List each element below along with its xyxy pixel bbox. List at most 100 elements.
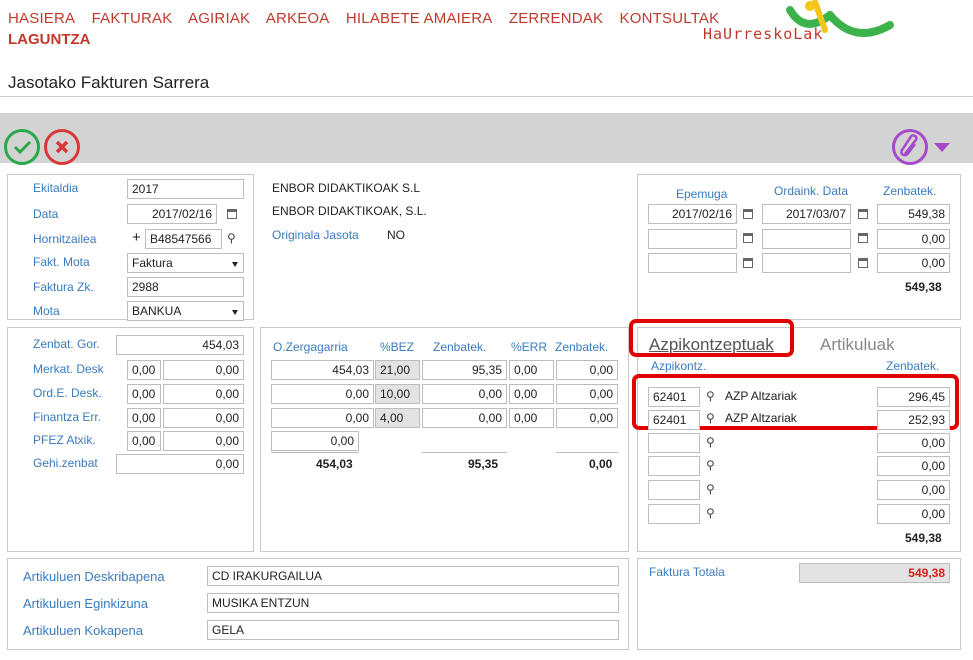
payment-amount-field[interactable]: 0,00 bbox=[877, 229, 950, 249]
azpikontz-code-field[interactable] bbox=[648, 480, 700, 500]
kokapena-label: Artikuluen Kokapena bbox=[23, 623, 143, 638]
epemuga-field[interactable] bbox=[648, 253, 737, 273]
payment-amount-field[interactable]: 0,00 bbox=[877, 253, 950, 273]
azpikontz-code-field[interactable]: 62401 bbox=[648, 387, 700, 407]
faktura-totala-label: Faktura Totala bbox=[649, 565, 725, 579]
azpikontz-code-field[interactable]: 62401 bbox=[648, 410, 700, 430]
azpikontz-code-field[interactable] bbox=[648, 433, 700, 453]
deskribapena-field[interactable]: CD IRAKURGAILUA bbox=[207, 566, 619, 586]
vat-amount-field[interactable]: 0,00 bbox=[422, 408, 507, 428]
search-icon[interactable]: ⚲ bbox=[706, 506, 715, 520]
concept-amount-field[interactable]: 0,00 bbox=[877, 433, 950, 453]
ord-e-desk-pct[interactable]: 0,00 bbox=[127, 384, 161, 404]
gehi-zenbat-label: Gehi.zenbat bbox=[33, 456, 98, 470]
vat-amount-field[interactable]: 0,00 bbox=[422, 384, 507, 404]
fakt-mota-select[interactable]: Faktura bbox=[127, 253, 244, 273]
azpikontz-code-field[interactable] bbox=[648, 456, 700, 476]
data-field[interactable]: 2017/02/16 bbox=[127, 204, 217, 224]
menu-hilabete-amaiera[interactable]: HILABETE AMAIERA bbox=[346, 10, 493, 27]
deskribapena-label: Artikuluen Deskribapena bbox=[23, 569, 165, 584]
vat-err-amount-field[interactable]: 0,00 bbox=[556, 408, 618, 428]
calendar-icon[interactable] bbox=[227, 209, 237, 219]
originala-label: Originala Jasota bbox=[272, 228, 359, 242]
vat-total-base: 454,03 bbox=[316, 457, 353, 471]
calendar-icon[interactable] bbox=[858, 258, 868, 268]
supplier-name: ENBOR DIDAKTIKOAK S.L bbox=[272, 181, 421, 195]
originala-value: NO bbox=[387, 228, 405, 242]
calendar-icon[interactable] bbox=[743, 209, 753, 219]
page-title: Jasotako Fakturen Sarrera bbox=[8, 73, 210, 92]
search-icon[interactable]: ⚲ bbox=[706, 389, 715, 403]
menu-laguntza[interactable]: LAGUNTZA bbox=[8, 31, 91, 48]
concept-amount-field[interactable]: 252,93 bbox=[877, 410, 950, 430]
pfez-atxik-pct[interactable]: 0,00 bbox=[127, 431, 161, 451]
vat-amount-field[interactable]: 95,35 bbox=[422, 360, 507, 380]
zenbat-gor-field[interactable]: 454,03 bbox=[116, 335, 244, 355]
vat-header-base: O.Zergagarria bbox=[273, 340, 348, 354]
tab-artikuluak[interactable]: Artikuluak bbox=[820, 335, 895, 355]
ord-e-desk-value[interactable]: 0,00 bbox=[163, 384, 244, 404]
ordaink-field[interactable] bbox=[762, 229, 851, 249]
azpikontz-name: AZP Altzariak bbox=[725, 411, 797, 425]
menu-fakturak[interactable]: FAKTURAK bbox=[92, 10, 173, 27]
calendar-icon[interactable] bbox=[743, 258, 753, 268]
ordaink-field[interactable] bbox=[762, 253, 851, 273]
calendar-icon[interactable] bbox=[858, 209, 868, 219]
vat-err-field[interactable]: 0,00 bbox=[509, 384, 554, 404]
vat-err-field[interactable]: 0,00 bbox=[509, 360, 554, 380]
vat-total-err-amount: 0,00 bbox=[589, 457, 613, 471]
vat-base-field[interactable]: 0,00 bbox=[271, 384, 374, 404]
vat-err-amount-field[interactable]: 0,00 bbox=[556, 384, 618, 404]
concepts-total: 549,38 bbox=[905, 531, 942, 545]
menu-hasiera[interactable]: HASIERA bbox=[8, 10, 75, 27]
chevron-down-icon bbox=[232, 310, 238, 315]
check-circle-icon[interactable] bbox=[4, 129, 40, 165]
concept-amount-field[interactable]: 0,00 bbox=[877, 504, 950, 524]
mota-select[interactable]: BANKUA bbox=[127, 301, 244, 321]
calendar-icon[interactable] bbox=[743, 233, 753, 243]
search-icon[interactable]: ⚲ bbox=[706, 411, 715, 425]
menu-arkeoa[interactable]: ARKEOA bbox=[266, 10, 330, 27]
eginkizuna-field[interactable]: MUSIKA ENTZUN bbox=[207, 593, 619, 613]
vat-extra-base-field[interactable]: 0,00 bbox=[271, 431, 359, 451]
vat-bez-field: 21,00 bbox=[375, 360, 420, 380]
menu-agiriak[interactable]: AGIRIAK bbox=[188, 10, 250, 27]
ordaink-field[interactable]: 2017/03/07 bbox=[762, 204, 851, 224]
search-icon[interactable]: ⚲ bbox=[706, 458, 715, 472]
faktura-zk-field[interactable]: 2988 bbox=[127, 277, 244, 297]
concept-amount-field[interactable]: 0,00 bbox=[877, 456, 950, 476]
finantza-err-value[interactable]: 0,00 bbox=[163, 408, 244, 428]
menu-zerrendak[interactable]: ZERRENDAK bbox=[509, 10, 603, 27]
vat-err-amount-field[interactable]: 0,00 bbox=[556, 360, 618, 380]
chevron-down-icon[interactable] bbox=[934, 143, 950, 152]
epemuga-field[interactable]: 2017/02/16 bbox=[648, 204, 737, 224]
merkat-desk-value[interactable]: 0,00 bbox=[163, 360, 244, 380]
epemuga-field[interactable] bbox=[648, 229, 737, 249]
divider bbox=[556, 452, 618, 453]
ekitaldia-field[interactable]: 2017 bbox=[127, 179, 244, 199]
vat-base-field[interactable]: 454,03 bbox=[271, 360, 374, 380]
divider bbox=[422, 452, 507, 453]
vat-err-field[interactable]: 0,00 bbox=[509, 408, 554, 428]
paperclip-icon[interactable] bbox=[892, 129, 928, 165]
faktura-totala-value: 549,38 bbox=[799, 563, 950, 583]
add-supplier-icon[interactable]: + bbox=[132, 229, 141, 246]
search-icon[interactable]: ⚲ bbox=[706, 435, 715, 449]
hornitzailea-field[interactable]: B48547566 bbox=[145, 229, 222, 249]
concept-amount-field[interactable]: 0,00 bbox=[877, 480, 950, 500]
vat-header-amount: Zenbatek. bbox=[433, 340, 487, 354]
search-icon[interactable]: ⚲ bbox=[227, 231, 236, 245]
x-circle-icon[interactable] bbox=[44, 129, 80, 165]
search-icon[interactable]: ⚲ bbox=[706, 482, 715, 496]
pfez-atxik-value[interactable]: 0,00 bbox=[163, 431, 244, 451]
merkat-desk-pct[interactable]: 0,00 bbox=[127, 360, 161, 380]
azpikontz-code-field[interactable] bbox=[648, 504, 700, 524]
vat-base-field[interactable]: 0,00 bbox=[271, 408, 374, 428]
calendar-icon[interactable] bbox=[858, 233, 868, 243]
gehi-zenbat-field[interactable]: 0,00 bbox=[116, 454, 244, 474]
kokapena-field[interactable]: GELA bbox=[207, 620, 619, 640]
concept-amount-field[interactable]: 296,45 bbox=[877, 387, 950, 407]
finantza-err-pct[interactable]: 0,00 bbox=[127, 408, 161, 428]
merkat-desk-label: Merkat. Desk bbox=[33, 362, 104, 376]
payment-amount-field[interactable]: 549,38 bbox=[877, 204, 950, 224]
